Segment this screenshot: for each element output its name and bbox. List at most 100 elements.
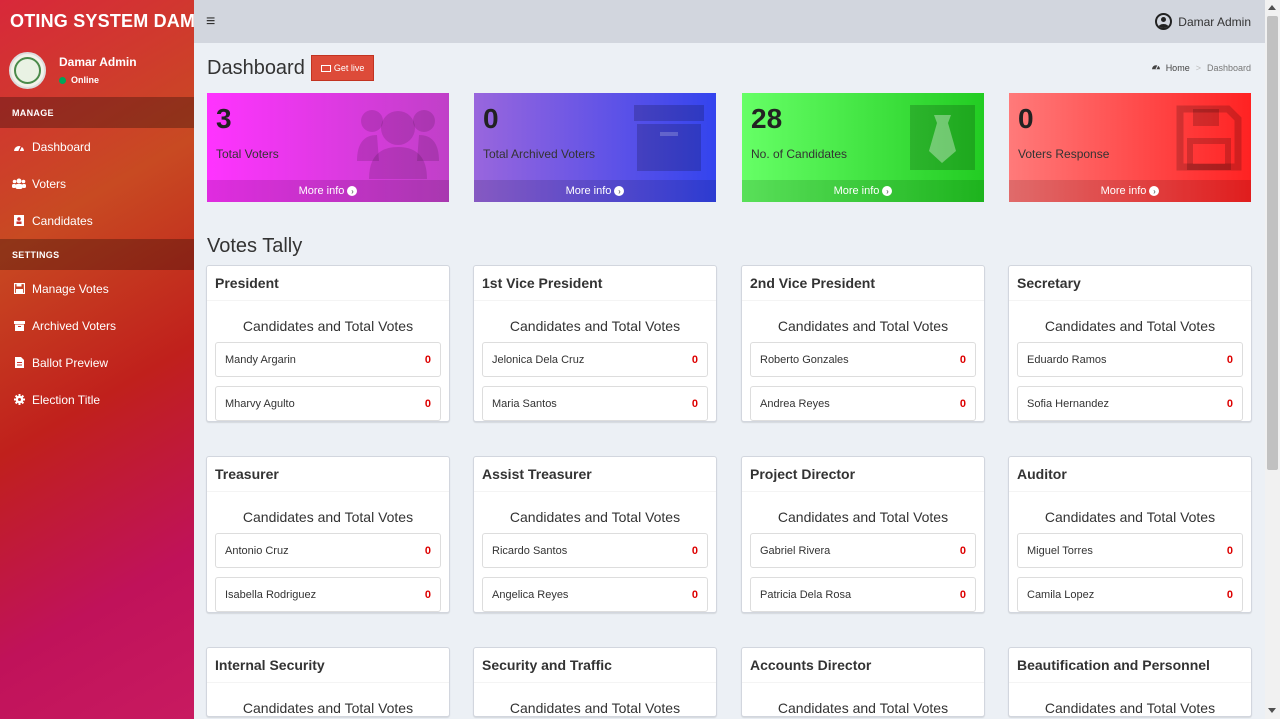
breadcrumb-home[interactable]: Home: [1166, 63, 1190, 73]
position-title: Assist Treasurer: [474, 457, 716, 492]
arrow-circle-right-icon: ›: [614, 186, 625, 196]
stat-label: Total Archived Voters: [483, 147, 596, 161]
topbar: ≡ Damar Admin: [194, 0, 1265, 43]
candidate-row: Patricia Dela Rosa 0: [750, 577, 976, 612]
candidate-row: Mharvy Agulto 0: [215, 386, 441, 421]
breadcrumb-current: Dashboard: [1206, 62, 1251, 73]
top-user-menu[interactable]: Damar Admin: [1155, 13, 1251, 30]
candidate-name: Sofia Hernandez: [1027, 397, 1109, 410]
candidate-row: Sofia Hernandez 0: [1017, 386, 1243, 421]
candidate-votes: 0: [959, 353, 966, 366]
candidate-name: Angelica Reyes: [492, 588, 569, 601]
candidate-name: Eduardo Ramos: [1027, 353, 1107, 366]
sidebar-item-archived-voters[interactable]: Archived Voters: [0, 307, 194, 344]
gear-icon: [12, 394, 26, 406]
tally-subtitle: Candidates and Total Votes: [242, 318, 414, 334]
sidebar-item-label: Manage Votes: [32, 281, 109, 296]
more-info-link[interactable]: More info ›: [742, 180, 984, 202]
position-title: Auditor: [1009, 457, 1251, 492]
more-info-link[interactable]: More info ›: [474, 180, 716, 202]
stat-value: 0: [483, 103, 499, 134]
tally-subtitle: Candidates and Total Votes: [777, 700, 949, 716]
position-title: 2nd Vice President: [742, 266, 984, 301]
more-info-link[interactable]: More info ›: [1009, 180, 1251, 202]
candidates-icon: [12, 215, 26, 227]
candidate-name: Miguel Torres: [1027, 544, 1093, 557]
stat-box-archived-voters: 0 Total Archived Voters More info ›: [474, 93, 716, 202]
get-live-label: Get live: [333, 63, 365, 73]
sidebar-item-dashboard[interactable]: Dashboard: [0, 128, 194, 165]
monitor-icon: [320, 64, 331, 72]
get-live-button[interactable]: Get live: [310, 55, 375, 81]
position-title: Internal Security: [207, 648, 449, 683]
votes-tally-title: Votes Tally: [207, 235, 303, 257]
candidate-name: Maria Santos: [492, 397, 557, 410]
page-header: Dashboard Get live: [207, 55, 375, 81]
tally-card: Project Director Candidates and Total Vot…: [741, 456, 985, 613]
candidate-name: Roberto Gonzales: [760, 353, 849, 366]
tally-card: Security and Traffic Candidates and Total…: [473, 647, 717, 717]
tally-card: 1st Vice President Candidates and Total V…: [473, 265, 717, 422]
sidebar-item-label: Dashboard: [32, 139, 91, 154]
sidebar-item-label: Voters: [32, 176, 67, 191]
candidate-votes: 0: [691, 588, 698, 601]
tally-card: Assist Treasurer Candidates and Total Vot…: [473, 456, 717, 613]
sidebar-item-label: Election Title: [32, 392, 101, 407]
candidate-row: Angelica Reyes 0: [482, 577, 708, 612]
sidebar-item-voters[interactable]: Voters: [0, 165, 194, 202]
scroll-thumb[interactable]: [1267, 16, 1278, 470]
candidate-row: Roberto Gonzales 0: [750, 342, 976, 377]
more-info-label: More info: [1100, 185, 1147, 197]
menu-header-manage: MANAGE: [0, 97, 194, 128]
users-icon: [357, 101, 439, 184]
avatar: [9, 51, 46, 89]
tally-subtitle: Candidates and Total Votes: [1044, 509, 1216, 525]
sidebar-item-label: Ballot Preview: [32, 355, 109, 370]
page-scrollbar[interactable]: [1265, 0, 1280, 719]
candidate-votes: 0: [424, 588, 431, 601]
users-icon: [12, 178, 26, 190]
brand-title[interactable]: OTING SYSTEM DAMA: [0, 0, 194, 43]
sidebar-item-manage-votes[interactable]: Manage Votes: [0, 270, 194, 307]
candidate-name: Mandy Argarin: [225, 353, 296, 366]
sidebar-user-name: Damar Admin: [59, 55, 137, 69]
dashboard-icon: [12, 141, 26, 153]
candidate-row: Maria Santos 0: [482, 386, 708, 421]
sidebar-item-election-title[interactable]: Election Title: [0, 381, 194, 418]
sidebar-item-ballot-preview[interactable]: Ballot Preview: [0, 344, 194, 381]
candidate-row: Isabella Rodriguez 0: [215, 577, 441, 612]
stat-value: 28: [751, 103, 783, 134]
candidate-row: Mandy Argarin 0: [215, 342, 441, 377]
candidate-name: Camila Lopez: [1027, 588, 1095, 601]
tally-card: President Candidates and Total Votes Mandy…: [206, 265, 450, 422]
sidebar-item-label: Candidates: [32, 213, 93, 228]
tally-subtitle: Candidates and Total Votes: [242, 509, 414, 525]
sidebar-item-candidates[interactable]: Candidates: [0, 202, 194, 239]
scroll-up-arrow-icon[interactable]: [1268, 5, 1276, 10]
online-dot-icon: [59, 76, 66, 84]
candidate-name: Gabriel Rivera: [760, 544, 831, 557]
tally-subtitle: Candidates and Total Votes: [509, 318, 681, 334]
candidate-row: Andrea Reyes 0: [750, 386, 976, 421]
top-user-name: Damar Admin: [1178, 14, 1251, 29]
tally-card: Secretary Candidates and Total Votes Eduar…: [1008, 265, 1252, 422]
candidate-votes: 0: [959, 397, 966, 410]
candidate-votes: 0: [1226, 397, 1233, 410]
more-info-link[interactable]: More info ›: [207, 180, 449, 202]
candidate-name: Mharvy Agulto: [225, 397, 295, 410]
stat-label: Total Voters: [216, 147, 279, 161]
stat-label: No. of Candidates: [751, 147, 848, 161]
tally-card: Auditor Candidates and Total Votes Miguel …: [1008, 456, 1252, 613]
scroll-down-arrow-icon[interactable]: [1268, 708, 1276, 713]
menu-toggle-icon[interactable]: ≡: [206, 13, 215, 31]
stat-value: 3: [216, 103, 232, 134]
more-info-label: More info: [298, 185, 345, 197]
menu-header-settings: SETTINGS: [0, 239, 194, 270]
candidate-votes: 0: [1226, 588, 1233, 601]
candidate-votes: 0: [691, 544, 698, 557]
tally-card: Accounts Director Candidates and Total Vo…: [741, 647, 985, 717]
more-info-label: More info: [565, 185, 612, 197]
candidate-name: Isabella Rodriguez: [225, 588, 317, 601]
position-title: Treasurer: [207, 457, 449, 492]
tally-subtitle: Candidates and Total Votes: [777, 509, 949, 525]
